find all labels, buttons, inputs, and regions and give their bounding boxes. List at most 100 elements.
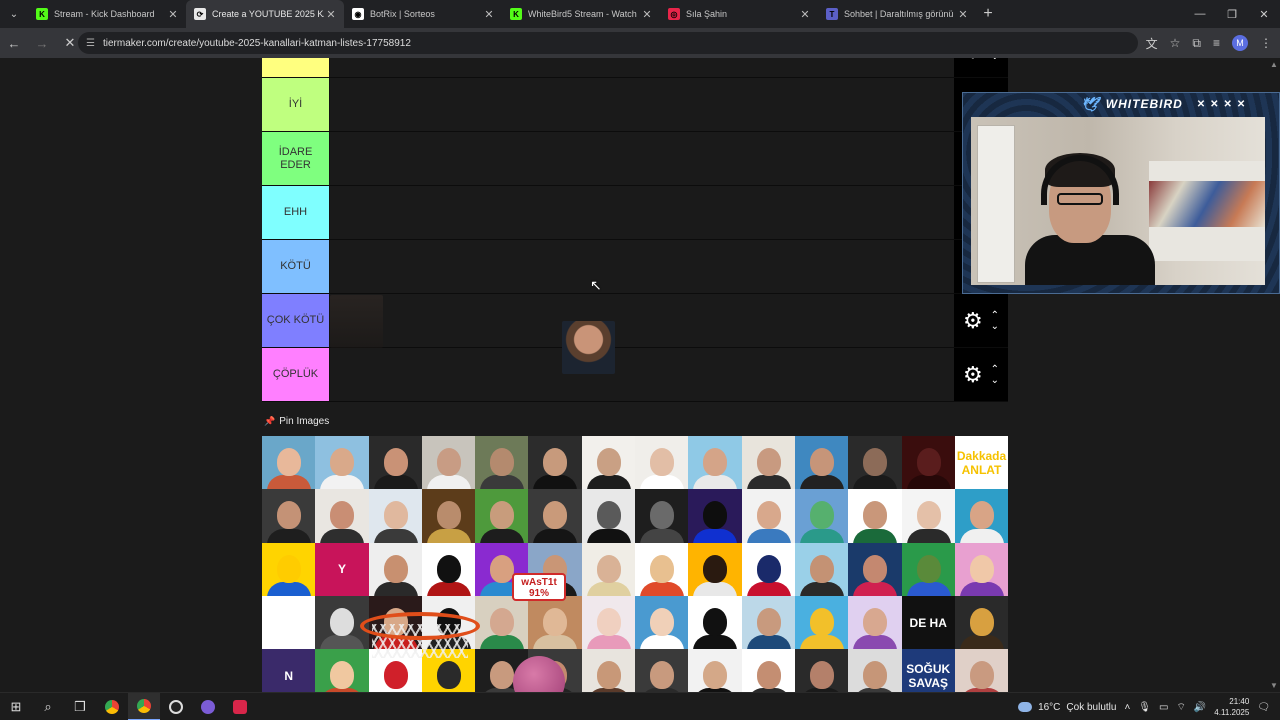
- tier-drop-zone[interactable]: [329, 186, 954, 239]
- profile-avatar[interactable]: M: [1232, 35, 1248, 51]
- notifications-icon[interactable]: 🗨: [1257, 702, 1270, 713]
- pool-image[interactable]: [848, 489, 902, 543]
- pool-image[interactable]: [315, 649, 369, 692]
- address-bar[interactable]: ☰ tiermaker.com/create/youtube-2025-kana…: [78, 32, 1138, 54]
- chrome-profile-icon[interactable]: [128, 692, 160, 720]
- pool-image[interactable]: [635, 649, 689, 692]
- weather-widget[interactable]: 16°C Çok bulutlu: [1018, 702, 1116, 713]
- taskbar-search-icon[interactable]: ⌕: [32, 693, 64, 720]
- close-window-icon[interactable]: ✕: [1248, 0, 1280, 28]
- pool-image[interactable]: SOĞUK SAVAŞ: [901, 649, 955, 692]
- minimize-icon[interactable]: —: [1184, 0, 1216, 28]
- back-icon[interactable]: ←: [0, 29, 28, 57]
- browser-tab[interactable]: T Sohbet | Daraltılmış görünü ✕: [818, 0, 976, 28]
- pool-image[interactable]: [794, 489, 849, 543]
- task-view-icon[interactable]: ❒: [64, 693, 96, 720]
- pool-image[interactable]: [794, 436, 849, 490]
- pool-image[interactable]: [901, 542, 955, 596]
- chrome-icon[interactable]: [96, 693, 128, 720]
- pool-image[interactable]: [954, 542, 1009, 596]
- menu-kebab-icon[interactable]: ⋮: [1260, 36, 1272, 50]
- tier-label[interactable]: ÇOK KÖTÜ: [262, 294, 329, 347]
- pool-image[interactable]: Dakkada ANLAT: [954, 436, 1009, 490]
- pool-image[interactable]: [262, 542, 316, 596]
- pool-image[interactable]: [262, 595, 316, 650]
- new-tab-button[interactable]: +: [976, 5, 1000, 23]
- dragged-thumbnail-faded[interactable]: [330, 295, 383, 348]
- pin-images-toggle[interactable]: 📌 Pin Images: [264, 416, 329, 427]
- extensions-icon[interactable]: ⧉: [1192, 36, 1201, 51]
- pool-image[interactable]: [688, 595, 742, 650]
- browser-tab[interactable]: ◉ BotRix | Sorteos ✕: [344, 0, 502, 28]
- scroll-up-icon[interactable]: ▲: [1270, 60, 1278, 69]
- tab-close-icon[interactable]: ✕: [956, 8, 970, 21]
- tab-close-icon[interactable]: ✕: [798, 8, 812, 21]
- tab-close-icon[interactable]: ✕: [166, 8, 180, 21]
- tier-drop-zone[interactable]: [329, 294, 954, 347]
- browser-tab[interactable]: ⟳ Create a YOUTUBE 2025 KANAL✕: [186, 0, 344, 28]
- gear-icon[interactable]: ⚙: [963, 58, 983, 62]
- pool-image[interactable]: [635, 595, 689, 650]
- pool-image[interactable]: [368, 436, 422, 490]
- pool-image[interactable]: [741, 595, 795, 650]
- restore-icon[interactable]: ❐: [1216, 0, 1248, 28]
- tier-label[interactable]: KÖTÜ: [262, 240, 329, 293]
- tab-close-icon[interactable]: ✕: [640, 8, 654, 21]
- pool-image[interactable]: N: [262, 649, 316, 692]
- pool-image[interactable]: [741, 489, 795, 543]
- windows-start-icon[interactable]: ⊞: [0, 693, 32, 720]
- pool-image[interactable]: [688, 649, 742, 692]
- translate-icon[interactable]: 文: [1146, 35, 1158, 52]
- pool-image[interactable]: [901, 489, 955, 543]
- app-red-icon[interactable]: [224, 693, 256, 720]
- pool-image[interactable]: [848, 436, 902, 490]
- tier-drop-zone[interactable]: [329, 78, 954, 131]
- pool-image[interactable]: [368, 542, 422, 596]
- browser-tab[interactable]: K Stream - Kick Dashboard ✕: [28, 0, 186, 28]
- pool-image[interactable]: [635, 436, 689, 490]
- tab-search-icon[interactable]: ⌄: [0, 0, 28, 28]
- pool-image[interactable]: [794, 542, 849, 596]
- pool-image[interactable]: [421, 542, 476, 596]
- pool-image[interactable]: [954, 649, 1009, 692]
- pool-image[interactable]: [528, 595, 582, 650]
- chat-app-icon[interactable]: [192, 693, 224, 720]
- pool-image[interactable]: [421, 489, 476, 543]
- pool-image[interactable]: [848, 542, 902, 596]
- pool-image[interactable]: [741, 649, 795, 692]
- pool-image[interactable]: [635, 489, 689, 543]
- pool-image[interactable]: [262, 436, 316, 490]
- dragged-thumbnail[interactable]: [562, 321, 615, 374]
- pool-image[interactable]: [528, 436, 582, 490]
- tier-label[interactable]: İDARE EDER: [262, 132, 329, 185]
- pool-image[interactable]: [475, 489, 529, 543]
- tier-drop-zone[interactable]: [329, 132, 954, 185]
- tray-chevron-icon[interactable]: ˄: [1124, 702, 1130, 713]
- pool-image[interactable]: [315, 489, 369, 543]
- tier-drop-zone[interactable]: [329, 58, 954, 77]
- chevron-up-icon[interactable]: ⌃: [991, 310, 999, 321]
- pool-image[interactable]: [688, 436, 742, 490]
- pool-image[interactable]: [635, 542, 689, 596]
- chevron-down-icon[interactable]: ⌄: [991, 58, 999, 62]
- media-controls-icon[interactable]: ≡: [1213, 36, 1220, 50]
- tier-drop-zone[interactable]: [329, 240, 954, 293]
- scroll-down-icon[interactable]: ▼: [1270, 681, 1278, 690]
- display-icon[interactable]: ▭: [1159, 702, 1168, 713]
- clock[interactable]: 21:40 4.11.2025: [1214, 696, 1249, 718]
- pool-image[interactable]: [794, 649, 849, 692]
- pool-image[interactable]: [475, 436, 529, 490]
- pool-image[interactable]: [954, 489, 1009, 543]
- pool-image[interactable]: [741, 436, 795, 490]
- pool-image[interactable]: [954, 595, 1009, 650]
- pool-image[interactable]: [421, 436, 476, 490]
- tier-label[interactable]: [262, 58, 329, 77]
- pool-image[interactable]: [581, 649, 636, 692]
- bookmark-star-icon[interactable]: ☆: [1170, 36, 1181, 50]
- volume-icon[interactable]: 🔊: [1194, 702, 1206, 713]
- pool-image[interactable]: [848, 649, 902, 692]
- gear-icon[interactable]: ⚙: [963, 309, 983, 332]
- pool-image[interactable]: DE HA: [901, 595, 955, 650]
- pool-image[interactable]: [848, 595, 902, 650]
- pool-image[interactable]: [581, 542, 636, 596]
